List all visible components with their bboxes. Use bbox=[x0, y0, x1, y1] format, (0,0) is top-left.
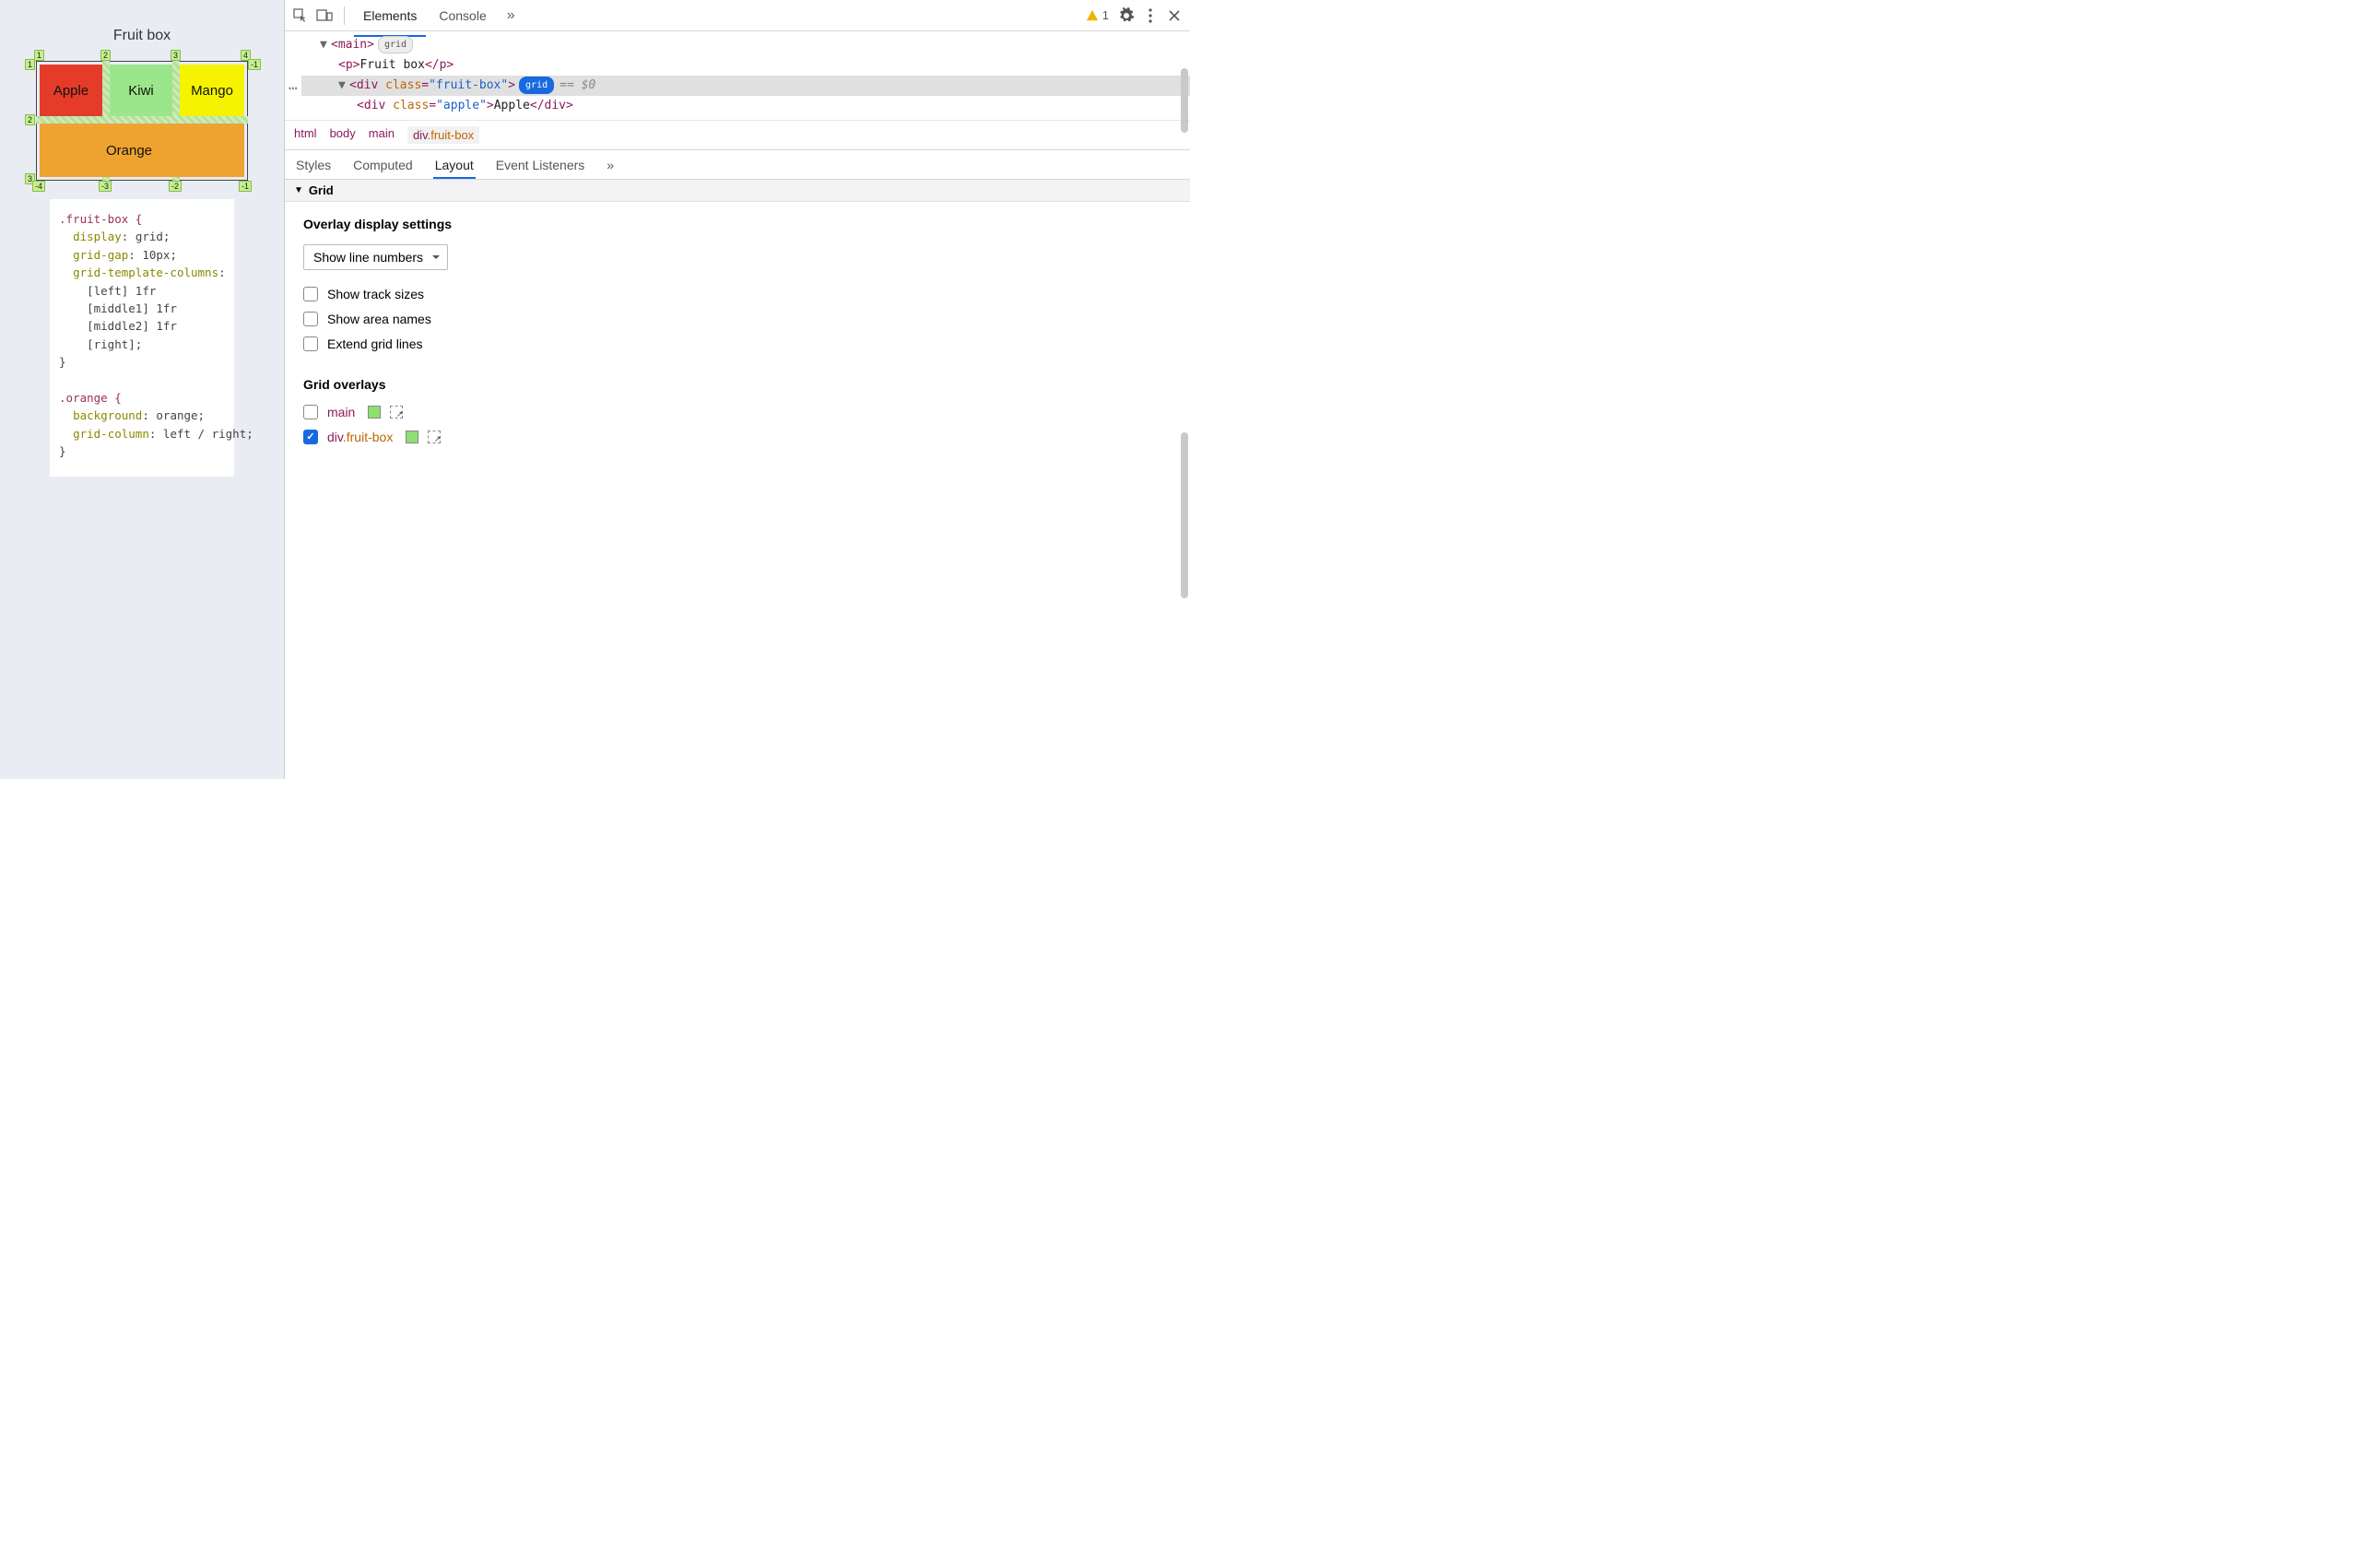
device-toggle-icon[interactable] bbox=[314, 6, 335, 26]
grid-linenum: -2 bbox=[169, 181, 182, 192]
tabs-overflow-icon[interactable]: » bbox=[500, 7, 523, 24]
overlay-settings-heading: Overlay display settings bbox=[303, 217, 1172, 231]
grid-section-header[interactable]: ▼ Grid bbox=[285, 180, 1190, 202]
grid-linenum: -1 bbox=[248, 59, 261, 70]
demo-title: Fruit box bbox=[113, 28, 171, 44]
overlay-row-fruit-box: div.fruit-box bbox=[303, 430, 1172, 444]
grid-linenum: 3 bbox=[171, 50, 181, 61]
devtools-toolbar: Elements Console » 1 bbox=[285, 0, 1190, 31]
collapse-triangle-icon: ▼ bbox=[294, 185, 303, 195]
dom-node-main[interactable]: ▼<main>grid bbox=[301, 35, 1190, 55]
grid-demo: Apple Kiwi Mango Orange 1 2 3 4 1 2 3 -1… bbox=[36, 61, 248, 181]
css-code-block: .fruit-box { display: grid; grid-gap: 10… bbox=[50, 199, 234, 477]
crumb-html[interactable]: html bbox=[294, 126, 317, 144]
checkbox-area-names[interactable] bbox=[303, 312, 318, 326]
grid-gap-horizontal bbox=[36, 116, 248, 124]
styles-tabs: Styles Computed Layout Event Listeners » bbox=[285, 150, 1190, 180]
kebab-menu-icon[interactable] bbox=[1140, 6, 1161, 26]
dom-node-apple[interactable]: <div class="apple">Apple</div> bbox=[301, 96, 1190, 116]
styles-tabs-overflow-icon[interactable]: » bbox=[605, 152, 616, 178]
grid-linenum: 2 bbox=[25, 114, 35, 125]
grid-linenum: 1 bbox=[25, 59, 35, 70]
crumb-fruit-box[interactable]: div.fruit-box bbox=[407, 126, 479, 144]
close-icon[interactable] bbox=[1164, 6, 1184, 26]
line-numbers-select[interactable]: Show line numbers bbox=[303, 244, 448, 270]
grid-linenum: -3 bbox=[99, 181, 112, 192]
checkbox-extend-lines[interactable] bbox=[303, 336, 318, 351]
checkbox-track-sizes[interactable] bbox=[303, 287, 318, 301]
scrollbar[interactable] bbox=[1181, 432, 1188, 598]
warnings-badge[interactable]: 1 bbox=[1082, 8, 1113, 22]
overlay-label-main[interactable]: main bbox=[327, 405, 355, 419]
grid-linenum: -4 bbox=[32, 181, 45, 192]
tab-console[interactable]: Console bbox=[430, 2, 495, 30]
checkbox-row-area-names: Show area names bbox=[303, 312, 1172, 326]
grid-linenum: -1 bbox=[239, 181, 252, 192]
checkbox-overlay-fruit-box[interactable] bbox=[303, 430, 318, 444]
rendered-page-pane: Fruit box Apple Kiwi Mango Orange 1 2 3 … bbox=[0, 0, 284, 779]
color-swatch[interactable] bbox=[406, 431, 418, 443]
settings-gear-icon[interactable] bbox=[1116, 6, 1137, 26]
tab-computed[interactable]: Computed bbox=[351, 152, 415, 178]
inspect-element-icon[interactable] bbox=[290, 6, 311, 26]
reveal-element-icon[interactable] bbox=[390, 406, 403, 419]
tab-styles[interactable]: Styles bbox=[294, 152, 333, 178]
overlay-label-fruit-box[interactable]: div.fruit-box bbox=[327, 430, 393, 444]
grid-cell-orange[interactable]: Orange bbox=[40, 124, 244, 177]
reveal-element-icon[interactable] bbox=[428, 431, 441, 443]
warning-icon bbox=[1086, 9, 1099, 22]
grid-cell-kiwi[interactable]: Kiwi bbox=[110, 65, 172, 116]
layout-panel-body: Overlay display settings Show line numbe… bbox=[285, 202, 1190, 779]
grid-cell-apple[interactable]: Apple bbox=[40, 65, 102, 116]
checkbox-row-track-sizes: Show track sizes bbox=[303, 287, 1172, 301]
color-swatch[interactable] bbox=[368, 406, 381, 419]
grid-overlays-heading: Grid overlays bbox=[303, 377, 1172, 392]
checkbox-row-extend-lines: Extend grid lines bbox=[303, 336, 1172, 351]
tab-elements[interactable]: Elements bbox=[354, 2, 426, 30]
devtools-pane: Elements Console » 1 ▼<main>grid bbox=[284, 0, 1190, 779]
tab-event-listeners[interactable]: Event Listeners bbox=[494, 152, 587, 178]
grid-linenum: 1 bbox=[34, 50, 44, 61]
breadcrumb: html body main div.fruit-box bbox=[285, 121, 1190, 150]
overlay-row-main: main bbox=[303, 405, 1172, 419]
dom-node-fruit-box[interactable]: ▼<div class="fruit-box">grid== $0 bbox=[301, 76, 1190, 96]
tab-layout[interactable]: Layout bbox=[433, 152, 476, 178]
crumb-body[interactable]: body bbox=[330, 126, 356, 144]
checkbox-overlay-main[interactable] bbox=[303, 405, 318, 419]
grid-cell-mango[interactable]: Mango bbox=[180, 65, 244, 116]
toolbar-separator bbox=[344, 6, 345, 25]
grid-linenum: 2 bbox=[100, 50, 111, 61]
dom-node-p[interactable]: <p>Fruit box</p> bbox=[301, 55, 1190, 76]
crumb-main[interactable]: main bbox=[369, 126, 395, 144]
dom-tree[interactable]: ▼<main>grid <p>Fruit box</p> ▼<div class… bbox=[285, 31, 1190, 121]
scrollbar[interactable] bbox=[1181, 68, 1188, 133]
